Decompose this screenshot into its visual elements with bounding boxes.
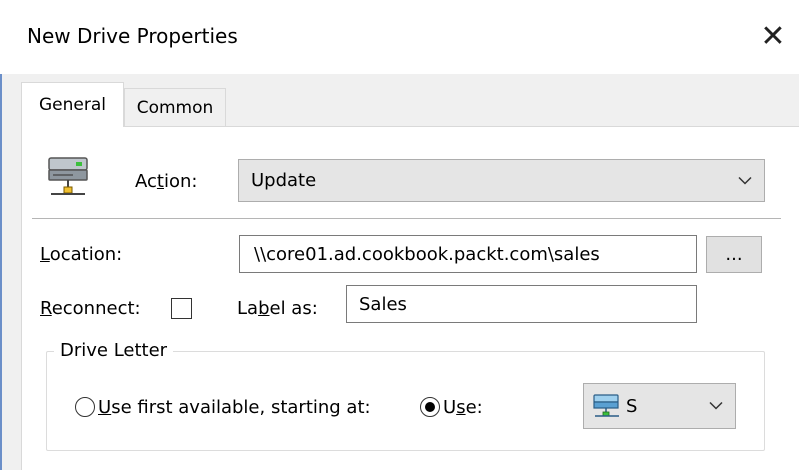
- title-bar: New Drive Properties ✕: [0, 0, 799, 74]
- drive-letter-value: S: [626, 395, 638, 417]
- tab-general[interactable]: General: [21, 82, 124, 127]
- label-as-value: Sales: [359, 293, 407, 315]
- close-button[interactable]: ✕: [755, 18, 791, 54]
- use-specific-letter-label: Use:: [443, 397, 483, 418]
- tab-common-label: Common: [136, 98, 214, 118]
- label-as-label: Label as:: [237, 298, 318, 319]
- tab-common[interactable]: Common: [124, 88, 226, 127]
- window-title: New Drive Properties: [27, 24, 238, 48]
- chevron-down-icon: [738, 176, 752, 185]
- browse-button[interactable]: ...: [706, 236, 762, 273]
- chevron-down-icon: [709, 401, 723, 410]
- section-divider: [32, 218, 781, 219]
- location-value: \\core01.ad.cookbook.packt.com\sales: [254, 243, 600, 265]
- action-label: Action:: [135, 171, 198, 192]
- action-dropdown[interactable]: Update: [238, 159, 765, 202]
- network-drive-icon: [593, 394, 619, 417]
- dialog-window: New Drive Properties ✕ General Common Ac…: [0, 0, 799, 470]
- browse-button-label: ...: [725, 244, 743, 265]
- network-drive-icon: [48, 157, 88, 195]
- location-label: Location:: [40, 244, 123, 265]
- close-icon: ✕: [760, 18, 786, 54]
- location-input[interactable]: \\core01.ad.cookbook.packt.com\sales: [239, 235, 697, 273]
- use-first-available-radio[interactable]: [75, 397, 95, 417]
- use-specific-letter-radio[interactable]: [420, 397, 440, 417]
- label-as-input[interactable]: Sales: [346, 285, 697, 323]
- reconnect-label: Reconnect:: [40, 298, 141, 319]
- tab-general-label: General: [39, 95, 106, 115]
- reconnect-checkbox[interactable]: [171, 298, 192, 319]
- drive-letter-group-label: Drive Letter: [54, 340, 174, 361]
- drive-letter-dropdown[interactable]: S: [583, 383, 736, 429]
- use-first-available-label: Use first available, starting at:: [98, 397, 371, 418]
- action-value: Update: [251, 170, 317, 191]
